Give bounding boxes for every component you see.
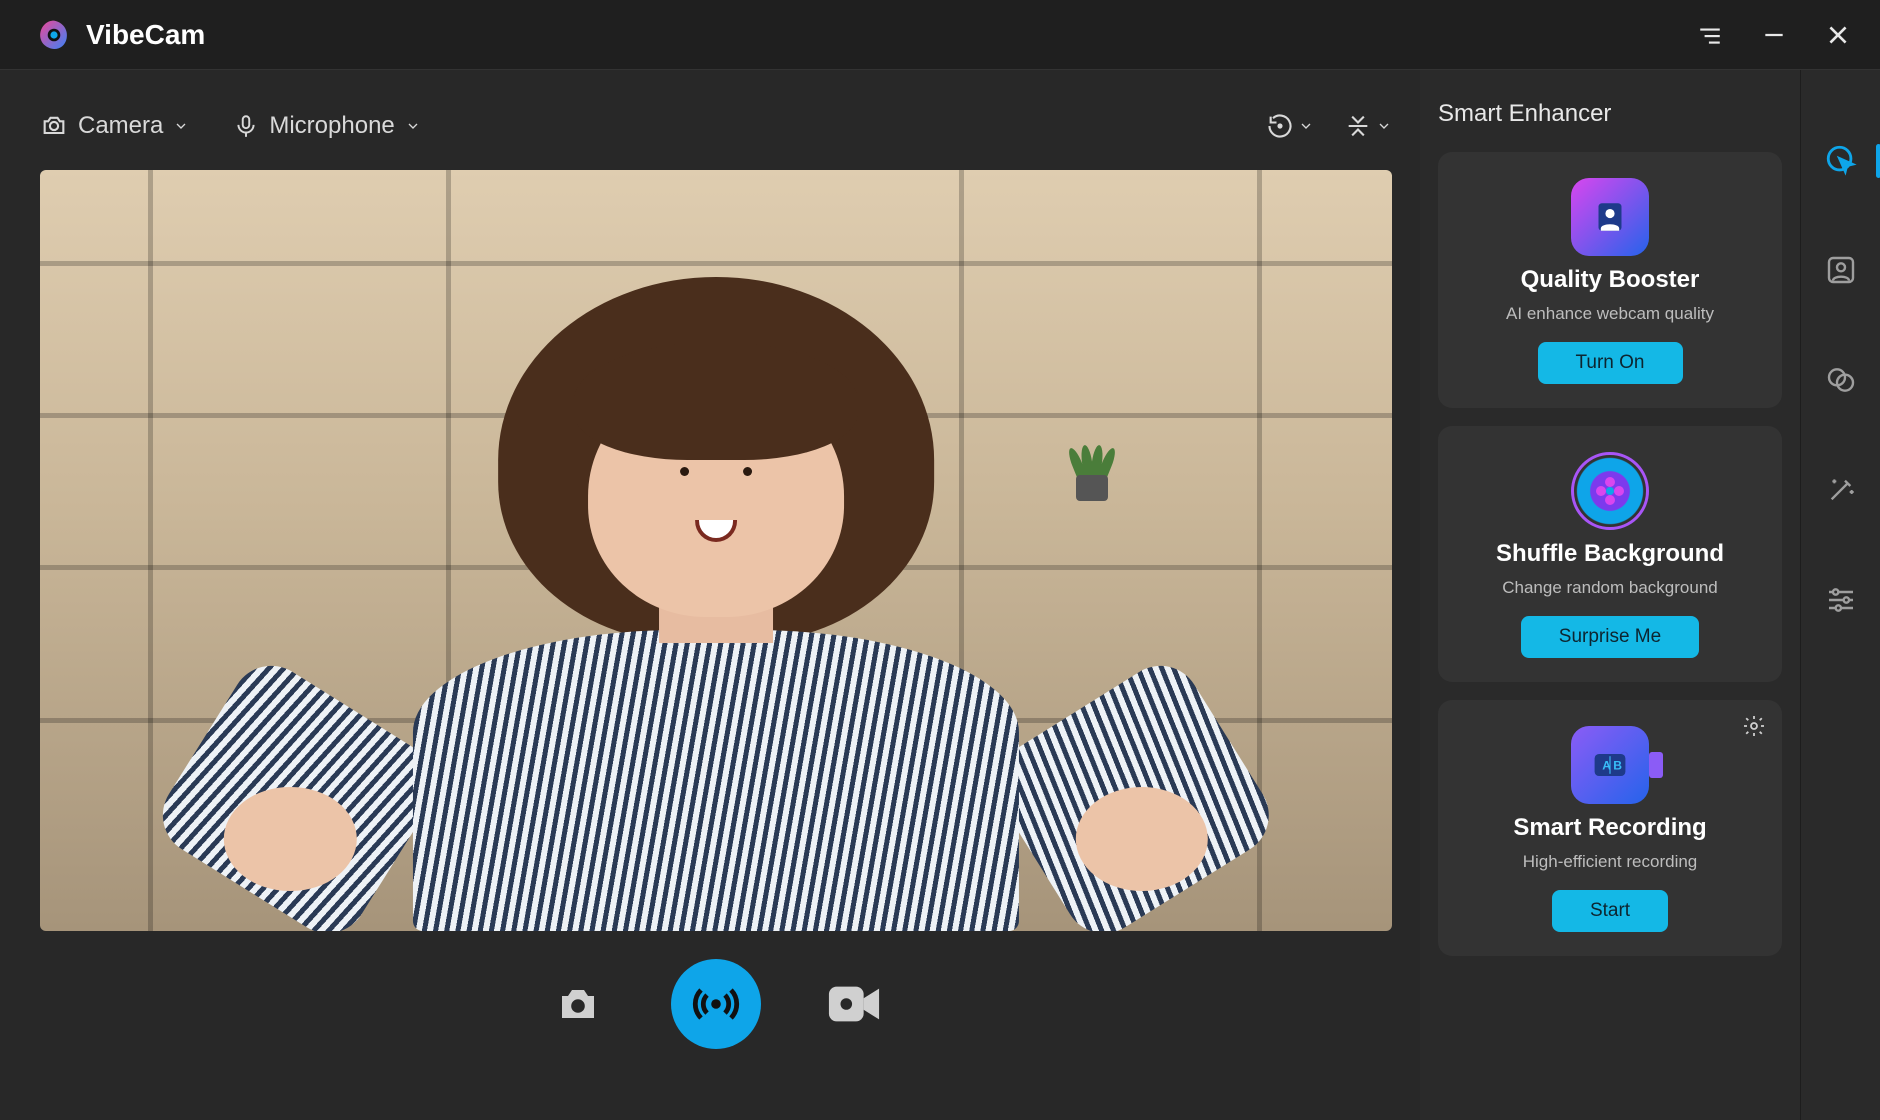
camera-label: Camera: [78, 112, 163, 140]
preview-toolbar: Camera Microphone: [40, 94, 1392, 158]
capture-controls: [40, 931, 1392, 1059]
svg-text:B: B: [1613, 758, 1622, 772]
rotate-dropdown[interactable]: [1266, 112, 1314, 140]
side-panel-title: Smart Enhancer: [1438, 100, 1782, 128]
menu-button[interactable]: [1692, 17, 1728, 53]
chevron-down-icon: [1298, 118, 1314, 134]
video-preview: [40, 170, 1392, 931]
flip-icon: [1344, 112, 1372, 140]
target-cursor-icon: [1824, 143, 1858, 177]
portrait-icon: [1825, 254, 1857, 286]
camera-icon: [40, 112, 68, 140]
microphone-selector[interactable]: Microphone: [233, 112, 420, 140]
rail-background[interactable]: [1821, 360, 1861, 400]
chevron-down-icon: [405, 118, 421, 134]
chevron-down-icon: [173, 118, 189, 134]
turn-on-button[interactable]: Turn On: [1538, 342, 1683, 384]
side-panel: Smart Enhancer Quality Booster AI enhanc…: [1420, 70, 1800, 1120]
close-button[interactable]: [1820, 17, 1856, 53]
preview-pane: Camera Microphone: [0, 70, 1420, 1120]
camera-selector[interactable]: Camera: [40, 112, 189, 140]
surprise-me-button[interactable]: Surprise Me: [1521, 616, 1699, 658]
flip-dropdown[interactable]: [1344, 112, 1392, 140]
card-quality-booster: Quality Booster AI enhance webcam qualit…: [1438, 152, 1782, 408]
magic-wand-icon: [1825, 474, 1857, 506]
microphone-label: Microphone: [269, 112, 394, 140]
overlap-circles-icon: [1825, 364, 1857, 396]
gear-icon: [1742, 714, 1766, 738]
card-settings-button[interactable]: [1742, 714, 1766, 738]
card-title: Shuffle Background: [1496, 540, 1724, 568]
rail-portrait[interactable]: [1821, 250, 1861, 290]
sliders-icon: [1825, 584, 1857, 616]
titlebar: VibeCam: [0, 0, 1880, 70]
card-description: High-efficient recording: [1523, 852, 1698, 872]
rotate-icon: [1266, 112, 1294, 140]
window-controls: [1692, 17, 1856, 53]
card-description: AI enhance webcam quality: [1506, 304, 1714, 324]
broadcast-icon: [692, 980, 740, 1028]
app-logo-icon: [36, 17, 72, 53]
quality-booster-icon: [1571, 178, 1649, 256]
app-logo: VibeCam: [36, 17, 205, 53]
chevron-down-icon: [1376, 118, 1392, 134]
app-title: VibeCam: [86, 19, 205, 51]
card-shuffle-background: Shuffle Background Change random backgro…: [1438, 426, 1782, 682]
card-description: Change random background: [1502, 578, 1717, 598]
card-smart-recording: AB Smart Recording High-efficient record…: [1438, 700, 1782, 956]
rail-smart-enhancer[interactable]: [1821, 140, 1861, 180]
shuffle-background-icon: [1571, 452, 1649, 530]
video-icon: [827, 984, 881, 1024]
camera-icon: [554, 980, 602, 1028]
smart-recording-icon: AB: [1571, 726, 1649, 804]
rail-effects[interactable]: [1821, 470, 1861, 510]
icon-rail: [1800, 70, 1880, 1120]
minimize-button[interactable]: [1756, 17, 1792, 53]
record-button[interactable]: [821, 975, 887, 1033]
main-area: Camera Microphone: [0, 70, 1880, 1120]
card-title: Quality Booster: [1521, 266, 1700, 294]
snapshot-button[interactable]: [545, 975, 611, 1033]
start-button[interactable]: Start: [1552, 890, 1668, 932]
broadcast-button[interactable]: [671, 959, 761, 1049]
card-title: Smart Recording: [1513, 814, 1706, 842]
rail-adjustments[interactable]: [1821, 580, 1861, 620]
microphone-icon: [233, 113, 259, 139]
